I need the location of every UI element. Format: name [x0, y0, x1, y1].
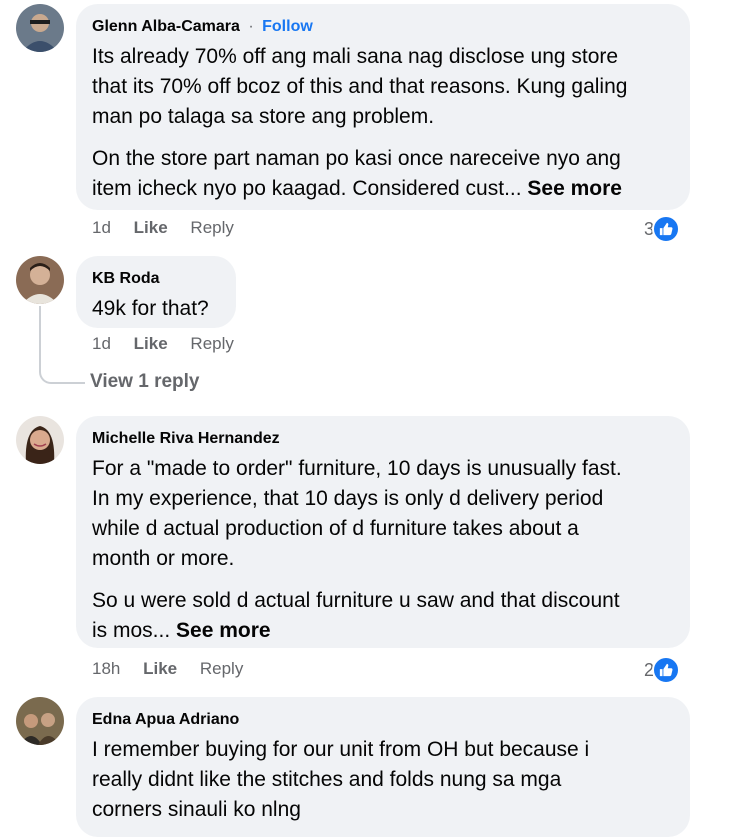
comment-line: corners sinauli ko nlng	[92, 798, 301, 821]
see-more-link[interactable]: See more	[176, 619, 271, 642]
comment-text: Its already 70% off ang mali sana nag di…	[92, 42, 676, 204]
comment-line: man po talaga sa store ang problem.	[92, 105, 435, 128]
comment-line: really didnt like the stitches and folds…	[92, 768, 562, 791]
avatar-photo	[16, 697, 64, 745]
reply-button[interactable]: Reply	[200, 659, 243, 678]
avatar[interactable]	[16, 416, 64, 464]
avatar[interactable]	[16, 256, 64, 304]
comment-timestamp[interactable]: 18h	[92, 659, 120, 678]
comment-actions: 1d Like Reply	[92, 334, 252, 354]
comment-timestamp[interactable]: 1d	[92, 218, 111, 237]
author-name[interactable]: Michelle Riva Hernandez	[92, 424, 676, 454]
comment-bubble: Edna Apua Adriano I remember buying for …	[76, 697, 690, 837]
separator-dot: ·	[248, 18, 254, 35]
comment-bubble: Michelle Riva Hernandez For a "made to o…	[76, 416, 690, 648]
avatar[interactable]	[16, 4, 64, 52]
avatar-photo	[16, 416, 64, 464]
reaction-count[interactable]: 2	[644, 656, 681, 684]
comment-line: month or more.	[92, 547, 235, 570]
comment-line: item icheck nyo po kaagad. Considered cu…	[92, 177, 622, 200]
reaction-count[interactable]: 3	[644, 215, 681, 243]
author-name[interactable]: Glenn Alba-Camara	[92, 18, 240, 35]
comment-actions: 18h Like Reply	[92, 659, 261, 679]
comment-bubble: KB Roda 49k for that?	[76, 256, 236, 328]
like-reaction-icon	[652, 215, 681, 243]
comment-text: I remember buying for our unit from OH b…	[92, 735, 676, 825]
comment-line: I remember buying for our unit from OH b…	[92, 738, 590, 761]
see-more-link[interactable]: See more	[527, 177, 622, 200]
comment-text: 49k for that?	[92, 297, 209, 320]
like-button[interactable]: Like	[143, 659, 177, 678]
reply-button[interactable]: Reply	[190, 334, 233, 353]
comment-actions: 1d Like Reply	[92, 218, 252, 238]
avatar[interactable]	[16, 697, 64, 745]
reply-thread-line	[39, 306, 85, 384]
reply-button[interactable]: Reply	[190, 218, 233, 237]
avatar-photo	[16, 256, 64, 304]
comment-line: So u were sold d actual furniture u saw …	[92, 589, 620, 612]
comment-line: while d actual production of d furniture…	[92, 517, 579, 540]
comment-line: On the store part naman po kasi once nar…	[92, 147, 621, 170]
author-name[interactable]: Edna Apua Adriano	[92, 705, 676, 735]
comment-line: For a "made to order" furniture, 10 days…	[92, 457, 622, 480]
comment-line: is mos... See more	[92, 619, 271, 642]
like-button[interactable]: Like	[134, 334, 168, 353]
follow-button[interactable]: Follow	[262, 18, 313, 35]
comment-line: that its 70% off bcoz of this and that r…	[92, 75, 628, 98]
avatar-photo	[16, 4, 64, 52]
comment-bubble: Glenn Alba-Camara · Follow Its already 7…	[76, 4, 690, 210]
comment-line: In my experience, that 10 days is only d…	[92, 487, 604, 510]
like-reaction-icon	[652, 656, 681, 684]
view-replies-link[interactable]: View 1 reply	[90, 371, 200, 393]
comment-text: For a "made to order" furniture, 10 days…	[92, 454, 676, 646]
comment-line: Its already 70% off ang mali sana nag di…	[92, 45, 619, 68]
comment-author-line: Glenn Alba-Camara · Follow	[92, 12, 676, 42]
like-button[interactable]: Like	[134, 218, 168, 237]
author-name[interactable]: KB Roda	[92, 264, 222, 294]
comment-timestamp[interactable]: 1d	[92, 334, 111, 353]
